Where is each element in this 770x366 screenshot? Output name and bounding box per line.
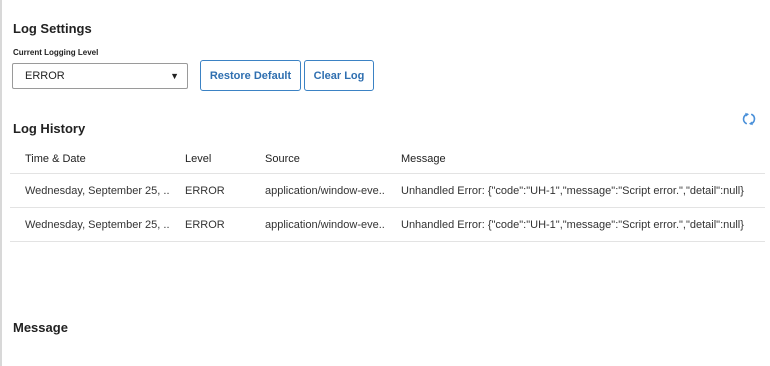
column-header-source[interactable]: Source bbox=[250, 145, 386, 174]
cell-time: Wednesday, September 25, ... bbox=[10, 207, 170, 242]
panel-left-border bbox=[0, 0, 2, 366]
cell-time: Wednesday, September 25, ... bbox=[10, 173, 170, 208]
table-header-row: Time & Date Level Source Message bbox=[10, 145, 765, 174]
cell-message: Unhandled Error: {"code":"UH-1","message… bbox=[386, 173, 765, 208]
cell-source: application/window-eve.. bbox=[250, 207, 386, 242]
table-row[interactable]: Wednesday, September 25, ... ERROR appli… bbox=[10, 173, 765, 208]
log-history-title: Log History bbox=[13, 121, 86, 136]
restore-default-button[interactable]: Restore Default bbox=[200, 60, 301, 91]
table-row[interactable]: Wednesday, September 25, ... ERROR appli… bbox=[10, 207, 765, 242]
caret-down-icon: ▼ bbox=[170, 71, 179, 81]
log-settings-title: Log Settings bbox=[13, 21, 92, 36]
refresh-icon[interactable] bbox=[741, 112, 757, 126]
logging-level-value: ERROR bbox=[25, 70, 65, 82]
cell-level: ERROR bbox=[170, 173, 250, 208]
cell-message: Unhandled Error: {"code":"UH-1","message… bbox=[386, 207, 765, 242]
column-header-time[interactable]: Time & Date bbox=[10, 145, 170, 174]
column-header-message[interactable]: Message bbox=[386, 145, 765, 174]
cell-source: application/window-eve.. bbox=[250, 173, 386, 208]
cell-level: ERROR bbox=[170, 207, 250, 242]
message-section-title: Message bbox=[13, 320, 68, 335]
clear-log-button[interactable]: Clear Log bbox=[304, 60, 374, 91]
log-history-table: Time & Date Level Source Message Wednesd… bbox=[10, 145, 765, 242]
column-header-level[interactable]: Level bbox=[170, 145, 250, 174]
logging-level-select[interactable]: ERROR ▼ bbox=[12, 63, 188, 89]
logging-level-label: Current Logging Level bbox=[13, 48, 99, 57]
